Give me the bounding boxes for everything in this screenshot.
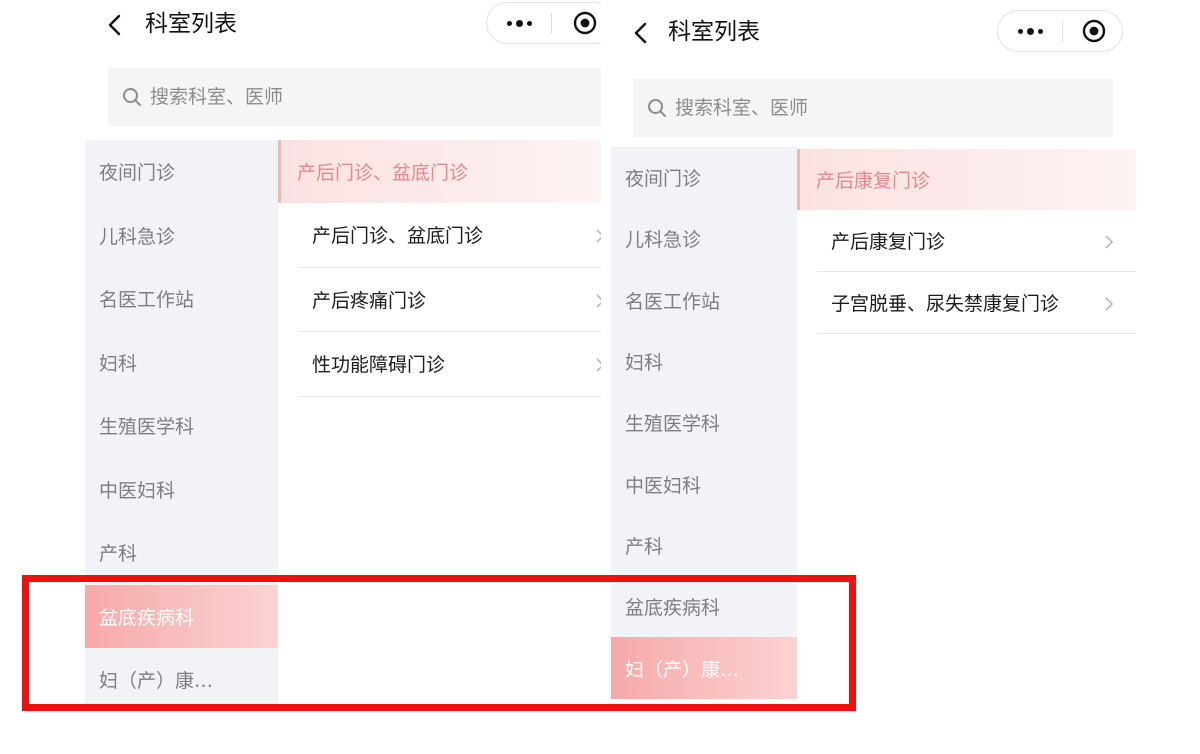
sidebar-item[interactable]: 中医妇科 xyxy=(85,458,278,522)
chevron-right-icon xyxy=(1104,233,1114,249)
page-title: 科室列表 xyxy=(668,19,760,45)
list-item-label: 子宫脱垂、尿失禁康复门诊 xyxy=(831,293,1060,315)
chevron-right-icon xyxy=(595,292,601,308)
search-input[interactable] xyxy=(150,86,450,108)
more-dots-icon[interactable] xyxy=(487,3,551,43)
list-item-label: 产后康复门诊 xyxy=(831,231,946,253)
capsule-divider xyxy=(1062,21,1063,42)
list-item[interactable]: 产后疼痛门诊 xyxy=(298,268,601,332)
chevron-right-icon xyxy=(1104,295,1114,311)
sidebar-item[interactable]: 儿科急诊 xyxy=(611,208,797,269)
list-item[interactable]: 产后康复门诊 xyxy=(817,210,1136,272)
search-icon xyxy=(647,98,667,118)
more-dots-icon[interactable] xyxy=(998,11,1062,51)
mini-program-capsule xyxy=(486,2,601,44)
sidebar-item[interactable]: 夜间门诊 xyxy=(85,140,278,204)
sidebar-item[interactable]: 名医工作站 xyxy=(611,270,797,331)
capsule-divider xyxy=(551,13,552,34)
sidebar-item[interactable]: 妇科 xyxy=(85,331,278,395)
category-header: 产后康复门诊 xyxy=(797,149,1136,210)
sidebar-item[interactable]: 生殖医学科 xyxy=(85,394,278,458)
list-item[interactable]: 产后门诊、盆底门诊 xyxy=(298,203,601,268)
list-item-label: 产后门诊、盆底门诊 xyxy=(312,225,484,248)
sidebar-item[interactable]: 妇科 xyxy=(611,331,797,392)
sidebar-item[interactable]: 夜间门诊 xyxy=(611,147,797,208)
list-item[interactable]: 性功能障碍门诊 xyxy=(298,332,601,397)
target-circle-icon[interactable] xyxy=(573,11,597,35)
search-bar[interactable] xyxy=(633,79,1113,137)
search-bar[interactable] xyxy=(108,68,601,126)
sub-department-list: 产后康复门诊 产后康复门诊 子宫脱垂、尿失禁康复门诊 xyxy=(797,149,1136,334)
category-header: 产后门诊、盆底门诊 xyxy=(278,140,601,203)
sidebar-item[interactable]: 儿科急诊 xyxy=(85,204,278,268)
sidebar-item[interactable]: 生殖医学科 xyxy=(611,392,797,453)
list-item[interactable]: 子宫脱垂、尿失禁康复门诊 xyxy=(817,272,1136,334)
search-input[interactable] xyxy=(675,97,975,119)
back-chevron-left-icon[interactable] xyxy=(105,14,125,36)
chevron-right-icon xyxy=(595,356,601,372)
back-chevron-left-icon[interactable] xyxy=(631,22,651,44)
annotation-highlight-box xyxy=(22,575,856,711)
mini-program-capsule xyxy=(997,10,1123,52)
nav-bar: 科室列表 xyxy=(85,0,601,56)
list-item-label: 产后疼痛门诊 xyxy=(312,289,427,312)
sidebar-item[interactable]: 产科 xyxy=(611,515,797,576)
page-title: 科室列表 xyxy=(145,11,237,37)
list-item-label: 性功能障碍门诊 xyxy=(312,354,446,377)
search-icon xyxy=(122,87,142,107)
chevron-right-icon xyxy=(595,227,601,243)
nav-bar: 科室列表 xyxy=(611,8,1136,64)
sidebar-item[interactable]: 中医妇科 xyxy=(611,453,797,514)
sidebar-item[interactable]: 名医工作站 xyxy=(85,267,278,331)
sub-department-list: 产后门诊、盆底门诊 产后门诊、盆底门诊 产后疼痛门诊 性功能障碍门诊 xyxy=(278,140,601,397)
target-circle-icon[interactable] xyxy=(1082,19,1106,43)
